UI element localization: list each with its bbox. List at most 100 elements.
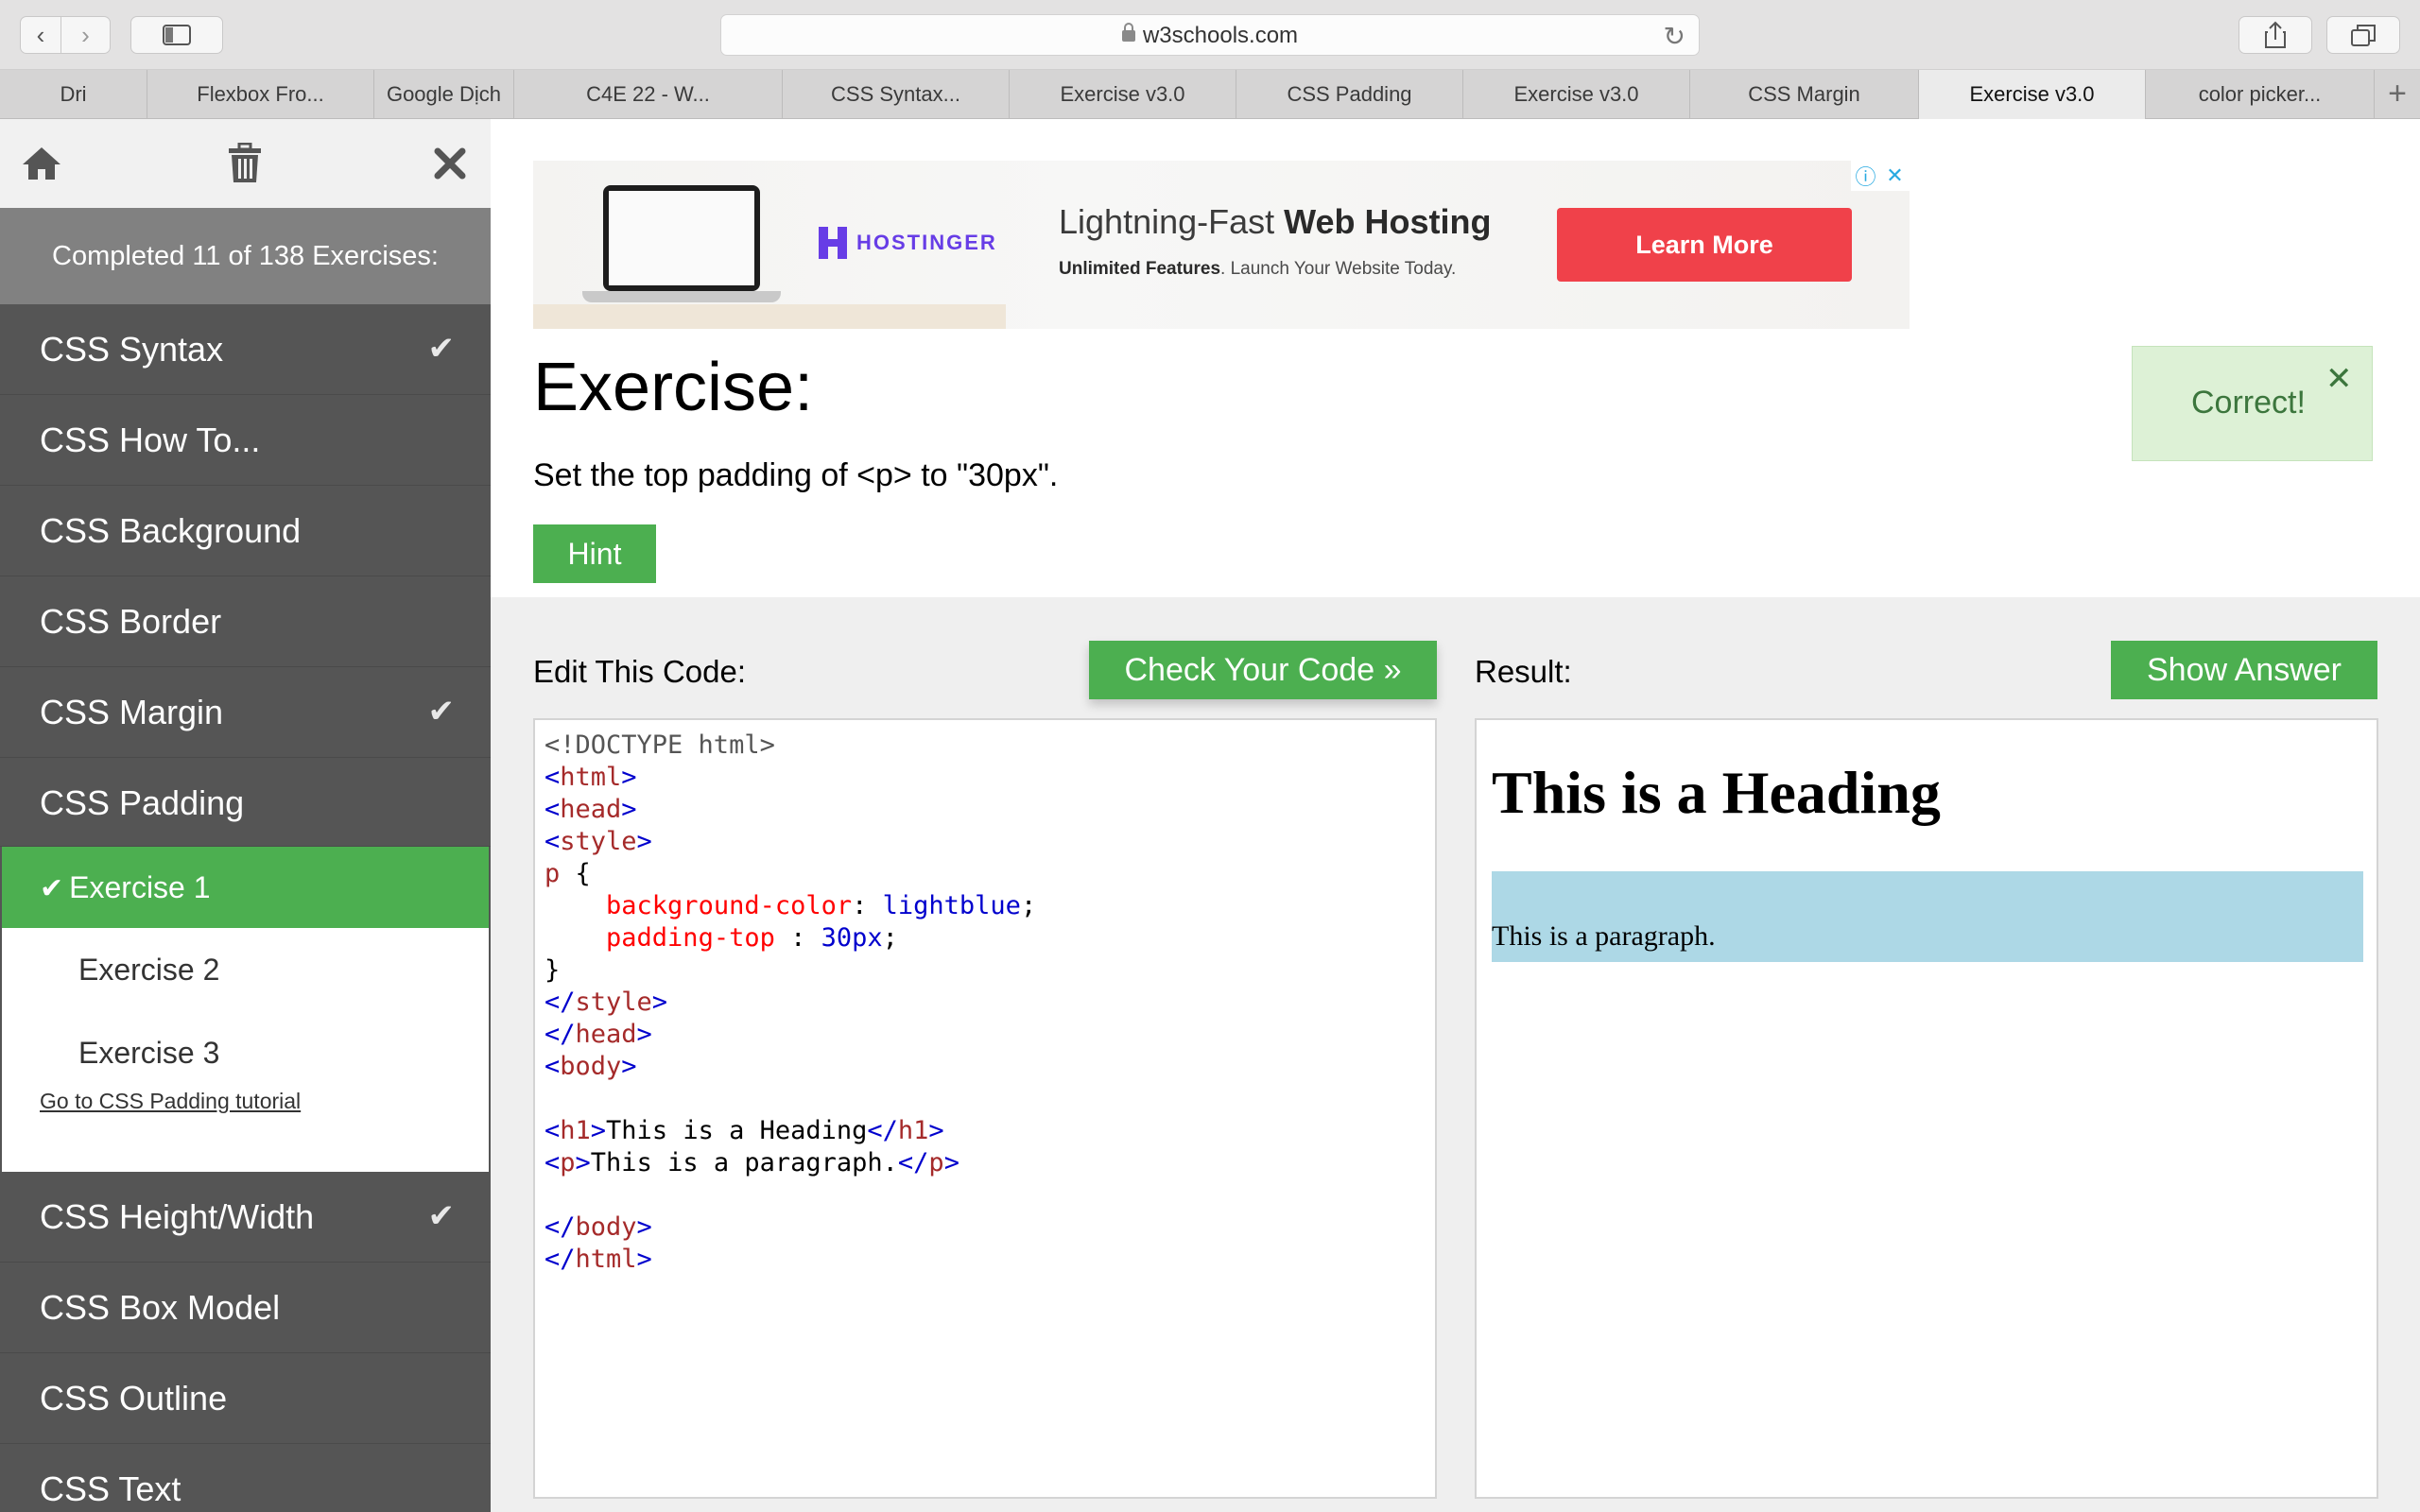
code-p-text: This is a paragraph.: [590, 1148, 898, 1177]
sidebar-icon: [163, 25, 191, 45]
address-bar[interactable]: w3schools.com ↻: [720, 14, 1700, 56]
laptop-image: [582, 178, 781, 302]
reset-progress-button[interactable]: [216, 140, 273, 187]
browser-tab[interactable]: CSS Margin: [1690, 70, 1919, 119]
code-property: padding-top: [606, 923, 775, 953]
browser-tab[interactable]: Dri: [0, 70, 147, 119]
exercise-label: Exercise 1: [69, 870, 211, 904]
result-heading: This is a Heading: [1492, 759, 1941, 826]
code-value: 30px: [821, 923, 883, 953]
tutorial-link[interactable]: Go to CSS Padding tutorial: [40, 1089, 301, 1114]
exercise-description: Set the top padding of <p> to "30px".: [533, 457, 1059, 493]
correct-toast: Correct! ✕: [2132, 346, 2373, 461]
topic-label: CSS Border: [40, 602, 222, 641]
topic-label: CSS Text: [40, 1469, 182, 1508]
result-frame: This is a Heading This is a paragraph.: [1475, 718, 2378, 1499]
topic-css-background[interactable]: CSS Background: [0, 486, 491, 576]
topic-label: CSS How To...: [40, 421, 261, 459]
topic-css-border[interactable]: CSS Border: [0, 576, 491, 667]
sidebar-toolbar: [0, 119, 491, 208]
browser-tab[interactable]: CSS Syntax...: [783, 70, 1010, 119]
lock-icon: [1121, 23, 1135, 42]
topic-label: CSS Height/Width: [40, 1197, 315, 1236]
code-value: lightblue: [882, 891, 1021, 920]
hint-button[interactable]: Hint: [533, 524, 656, 583]
topic-css-syntax[interactable]: CSS Syntax ✔: [0, 304, 491, 395]
topic-label: CSS Outline: [40, 1379, 228, 1418]
editor-label: Edit This Code:: [533, 654, 747, 689]
topic-css-outline[interactable]: CSS Outline: [0, 1353, 491, 1444]
browser-tab[interactable]: Exercise v3.0: [1463, 70, 1690, 119]
ad-brand: HOSTINGER: [856, 231, 997, 254]
exercise-list: ✔ Exercise 1 Exercise 2 Exercise 3 Go to …: [2, 847, 489, 1172]
close-ad-icon[interactable]: ✕: [1880, 161, 1910, 191]
exercise-sidebar: Completed 11 of 138 Exercises: CSS Synta…: [0, 119, 491, 1512]
ad-subline: Unlimited Features. Launch Your Website …: [1059, 259, 1456, 280]
completed-count: Completed 11 of 138 Exercises:: [0, 208, 491, 304]
close-icon: [434, 147, 466, 180]
browser-tab[interactable]: color picker...: [2146, 70, 2375, 119]
exercise-item-active[interactable]: ✔ Exercise 1: [2, 847, 489, 928]
result-paragraph: This is a paragraph.: [1492, 871, 2363, 962]
topic-css-box-model[interactable]: CSS Box Model: [0, 1263, 491, 1353]
ad-sub-regular: . Launch Your Website Today.: [1220, 259, 1457, 279]
browser-tab[interactable]: CSS Padding: [1236, 70, 1463, 119]
code-doctype: <!DOCTYPE html>: [544, 730, 775, 760]
checkmark-icon: ✔: [40, 873, 64, 904]
browser-tab-active[interactable]: Exercise v3.0: [1919, 70, 2146, 119]
close-sidebar-button[interactable]: [422, 140, 478, 187]
topic-css-padding[interactable]: CSS Padding: [0, 758, 491, 847]
browser-tab[interactable]: Google Dịch: [374, 70, 514, 119]
share-icon: [2265, 21, 2286, 48]
code-editor[interactable]: <!DOCTYPE html> <html> <head> <style> p …: [533, 718, 1437, 1499]
checkmark-icon: ✔: [427, 694, 456, 730]
exercise-item[interactable]: Exercise 2: [2, 928, 489, 1011]
browser-toolbar: ‹ › w3schools.com ↻: [0, 0, 2420, 70]
ad-banner[interactable]: HOSTINGER Lightning-Fast Web Hosting Unl…: [533, 161, 1910, 329]
exercise-label: Exercise 3: [78, 1036, 220, 1070]
exercise-item[interactable]: Exercise 3: [2, 1011, 489, 1094]
topic-css-height-width[interactable]: CSS Height/Width ✔: [0, 1172, 491, 1263]
result-label: Result:: [1475, 654, 1572, 689]
url-text: w3schools.com: [1142, 23, 1299, 48]
topic-label: CSS Box Model: [40, 1288, 281, 1327]
new-tab-button[interactable]: +: [2375, 70, 2420, 119]
topic-css-margin[interactable]: CSS Margin ✔: [0, 667, 491, 758]
info-icon[interactable]: ⓘ: [1851, 161, 1880, 191]
ad-learn-more-button[interactable]: Learn More: [1557, 208, 1852, 282]
chevron-left-icon: ‹: [36, 20, 45, 49]
toast-message: Correct!: [2191, 385, 2306, 421]
browser-tab[interactable]: Exercise v3.0: [1010, 70, 1236, 119]
ad-desk-image: [533, 304, 1006, 329]
ad-controls: ⓘ ✕: [1851, 161, 1910, 191]
topic-label: CSS Syntax: [40, 330, 224, 369]
show-answer-button[interactable]: Show Answer: [2111, 641, 2377, 699]
ad-headline: Lightning-Fast Web Hosting: [1059, 202, 1491, 242]
check-code-button[interactable]: Check Your Code »: [1089, 641, 1437, 699]
tab-bar: Dri Flexbox Fro... Google Dịch C4E 22 - …: [0, 70, 2420, 119]
checkmark-icon: ✔: [427, 1198, 456, 1234]
code-text[interactable]: <!DOCTYPE html> <html> <head> <style> p …: [544, 730, 1435, 1276]
show-tabs-button[interactable]: [2326, 16, 2400, 54]
topic-css-text[interactable]: CSS Text: [0, 1444, 491, 1512]
back-button[interactable]: ‹: [20, 16, 61, 54]
reload-icon[interactable]: ↻: [1664, 21, 1685, 52]
browser-tab[interactable]: C4E 22 - W...: [514, 70, 783, 119]
exercise-label: Exercise 2: [78, 953, 220, 987]
code-property: background-color: [606, 891, 853, 920]
home-button[interactable]: [13, 140, 70, 187]
hostinger-logo: HOSTINGER: [819, 227, 997, 259]
code-h1-text: This is a Heading: [606, 1116, 868, 1145]
forward-button[interactable]: ›: [61, 16, 111, 54]
topic-label: CSS Padding: [40, 783, 245, 822]
topic-css-how-to[interactable]: CSS How To...: [0, 395, 491, 486]
sidebar-toggle-button[interactable]: [130, 16, 223, 54]
code-selector: p: [544, 859, 561, 888]
ad-headline-bold: Web Hosting: [1284, 202, 1492, 241]
tabs-icon: [2351, 25, 2376, 46]
share-button[interactable]: [2238, 16, 2312, 54]
home-icon: [23, 147, 60, 180]
close-icon[interactable]: ✕: [2325, 360, 2353, 398]
ad-sub-bold: Unlimited Features: [1059, 259, 1221, 279]
browser-tab[interactable]: Flexbox Fro...: [147, 70, 374, 119]
